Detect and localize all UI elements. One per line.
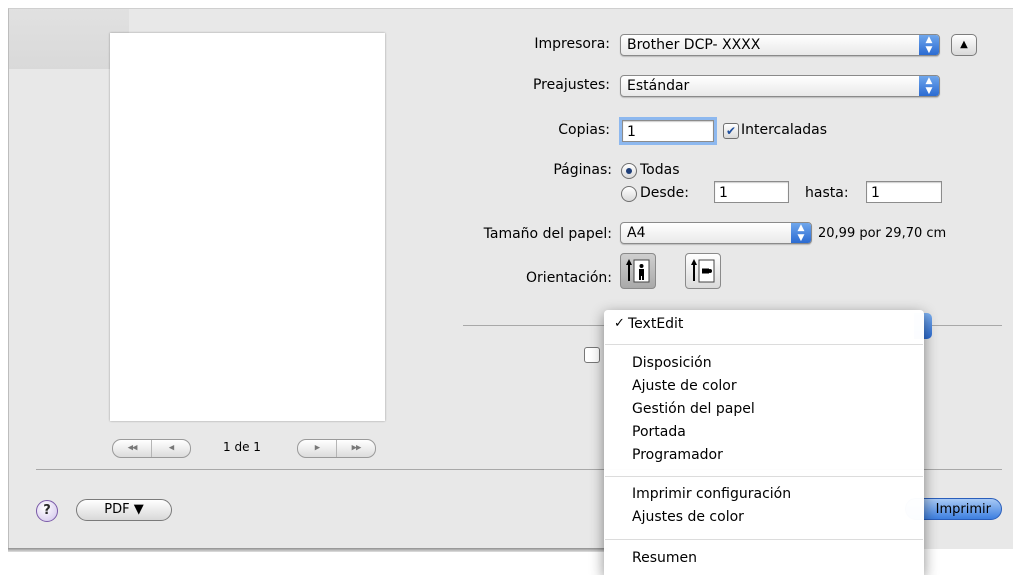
partially-hidden-checkbox[interactable] (584, 347, 600, 363)
preview-nav-forward-group: ▶ ▶▶ (297, 439, 376, 458)
landscape-icon (691, 259, 715, 283)
paper-size-dims: 20,99 por 29,70 cm (818, 226, 947, 241)
pages-from-field[interactable]: 1 (714, 181, 789, 203)
printer-label: Impresora: (534, 36, 610, 52)
pages-label: Páginas: (553, 162, 612, 178)
collated-checkbox[interactable]: ✔ (723, 123, 739, 139)
copies-label: Copias: (558, 122, 610, 138)
popup-arrows-icon: ▲ ▼ (791, 223, 811, 243)
last-page-button[interactable]: ▶▶ (337, 440, 375, 457)
menu-item-textedit[interactable]: TextEdit (628, 316, 683, 332)
popup-arrows-icon: ▲ ▼ (919, 76, 939, 96)
presets-popup[interactable]: Estándar ▲ ▼ (620, 75, 940, 97)
disclosure-triangle-button[interactable]: ▲ (951, 34, 977, 56)
paper-size-label: Tamaño del papel: (483, 226, 612, 242)
pages-all-label: Todas (640, 162, 680, 178)
menu-item-disposicion[interactable]: Disposición (632, 355, 712, 371)
orientation-landscape-button[interactable] (685, 253, 721, 289)
menu-item-portada[interactable]: Portada (632, 424, 686, 440)
menu-separator (605, 476, 923, 477)
popup-arrows-icon: ▲ ▼ (919, 35, 939, 55)
presets-value: Estándar (627, 78, 690, 94)
menu-separator (605, 539, 923, 540)
printer-popup[interactable]: Brother DCP- XXXX ▲ ▼ (620, 34, 940, 56)
preview-nav-back-group: ◀◀ ◀ (112, 439, 191, 458)
next-page-button[interactable]: ▶ (298, 440, 337, 457)
menu-item-programador[interactable]: Programador (632, 447, 723, 463)
section-divider-right (930, 325, 1002, 326)
window-bottom-edge (8, 548, 608, 552)
collated-label: Intercaladas (741, 122, 828, 138)
paper-size-popup[interactable]: A4 ▲ ▼ (620, 222, 812, 244)
menu-item-ajuste-de-color[interactable]: Ajuste de color (632, 378, 737, 394)
pages-to-field[interactable]: 1 (866, 181, 942, 203)
orientation-portrait-button[interactable] (620, 253, 656, 289)
menu-item-resumen[interactable]: Resumen (632, 550, 697, 566)
pages-from-label: Desde: (640, 185, 689, 201)
pages-all-radio[interactable] (621, 163, 637, 179)
menu-item-gestion-del-papel[interactable]: Gestión del papel (632, 401, 755, 417)
page-preview (110, 33, 385, 421)
page-indicator: 1 de 1 (223, 440, 261, 454)
pages-to-label: hasta: (805, 185, 849, 201)
help-button[interactable]: ? (36, 500, 58, 522)
section-dropdown-menu: ✓ TextEdit Disposición Ajuste de color G… (604, 310, 924, 575)
pages-from-radio[interactable] (621, 186, 637, 202)
prev-page-button[interactable]: ◀ (152, 440, 190, 457)
first-page-button[interactable]: ◀◀ (113, 440, 152, 457)
menu-separator (605, 344, 923, 345)
portrait-icon (626, 259, 650, 283)
pdf-menu-button[interactable]: PDF ▼ (76, 499, 172, 521)
section-divider-left (463, 325, 608, 326)
checkmark-icon: ✓ (614, 316, 625, 331)
menu-item-ajustes-de-color[interactable]: Ajustes de color (632, 509, 744, 525)
paper-size-value: A4 (627, 225, 646, 241)
printer-value: Brother DCP- XXXX (627, 37, 761, 53)
copies-field[interactable]: 1 (622, 120, 714, 142)
presets-label: Preajustes: (532, 77, 610, 93)
orientation-label: Orientación: (526, 270, 612, 286)
menu-item-imprimir-configuracion[interactable]: Imprimir configuración (632, 486, 791, 502)
